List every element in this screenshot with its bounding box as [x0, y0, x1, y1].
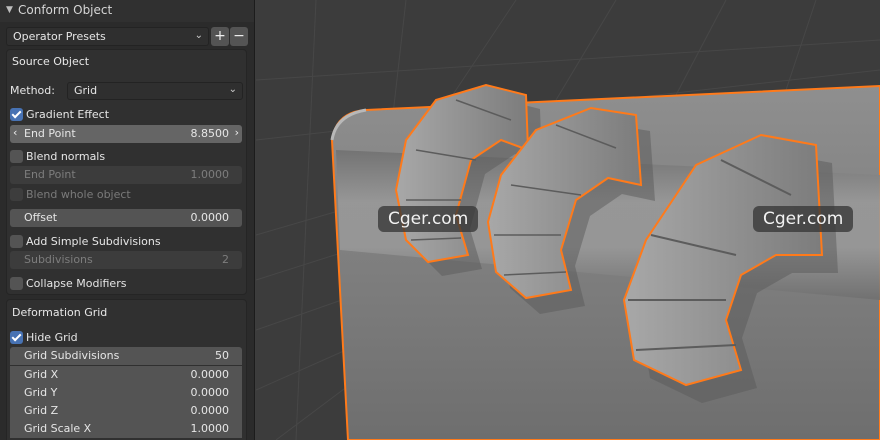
method-label: Method: — [10, 84, 55, 97]
end-point-label: End Point — [24, 127, 76, 140]
panel-header[interactable]: ▼ Conform Object — [0, 0, 254, 22]
grid-x-value: 0.0000 — [190, 368, 230, 381]
source-object-title: Source Object — [12, 55, 90, 68]
grid-z-value: 0.0000 — [190, 404, 230, 417]
grid-subdivisions-label: Grid Subdivisions — [24, 349, 120, 362]
add-simple-subdivisions-label: Add Simple Subdivisions — [26, 235, 161, 248]
gradient-effect-checkbox[interactable] — [10, 108, 23, 121]
collapse-triangle-icon[interactable]: ▼ — [6, 5, 13, 15]
offset-label: Offset — [24, 211, 58, 224]
subdivisions-field[interactable]: Subdivisions 2 — [10, 251, 242, 269]
operator-presets-dropdown[interactable]: Operator Presets ⌄ — [6, 27, 209, 46]
grid-z-field[interactable]: Grid Z 0.0000 — [10, 402, 242, 420]
deformation-grid-title: Deformation Grid — [12, 306, 108, 319]
collapse-modifiers-label: Collapse Modifiers — [26, 277, 127, 290]
chevron-left-icon[interactable]: ‹ — [13, 126, 17, 139]
add-preset-button[interactable]: + — [211, 27, 229, 46]
grid-x-label: Grid X — [24, 368, 59, 381]
collapse-modifiers-row[interactable]: Collapse Modifiers — [10, 275, 242, 293]
blend-whole-object-checkbox[interactable] — [10, 188, 23, 201]
hide-grid-label: Hide Grid — [26, 331, 78, 344]
subdivisions-value: 2 — [222, 253, 229, 266]
grid-scale-x-label: Grid Scale X — [24, 422, 92, 435]
collapse-modifiers-checkbox[interactable] — [10, 277, 23, 290]
offset-value: 0.0000 — [190, 211, 230, 224]
watermark-right: Cger.com — [753, 206, 854, 232]
end-point-value: 8.8500 — [190, 127, 230, 140]
blend-normals-label: Blend normals — [26, 150, 106, 163]
grid-scale-x-value: 1.0000 — [190, 422, 230, 435]
blend-normals-checkbox[interactable] — [10, 150, 23, 163]
grid-subdivisions-field[interactable]: Grid Subdivisions 50 — [10, 347, 242, 365]
blend-whole-object-label: Blend whole object — [26, 188, 131, 201]
hide-grid-row[interactable]: Hide Grid — [10, 329, 242, 347]
grid-subdivisions-value: 50 — [215, 349, 229, 362]
end-point-disabled-value: 1.0000 — [190, 168, 230, 181]
grid-y-label: Grid Y — [24, 386, 58, 399]
end-point-disabled-field[interactable]: End Point 1.0000 — [10, 166, 242, 184]
method-value: Grid — [74, 84, 98, 97]
add-simple-subdivisions-row[interactable]: Add Simple Subdivisions — [10, 233, 242, 251]
gradient-effect-row[interactable]: Gradient Effect — [10, 106, 242, 124]
subdivisions-label: Subdivisions — [24, 253, 93, 266]
watermark-left: Cger.com — [378, 206, 479, 232]
chevron-down-icon: ⌄ — [194, 30, 203, 41]
method-select[interactable]: Grid ⌄ — [67, 82, 243, 100]
3d-viewport[interactable]: Cger.com Cger.com — [256, 0, 880, 440]
blend-whole-object-row[interactable]: Blend whole object — [10, 186, 242, 204]
chevron-right-icon[interactable]: › — [235, 126, 239, 139]
gradient-effect-label: Gradient Effect — [26, 108, 110, 121]
operator-presets-label: Operator Presets — [13, 30, 106, 43]
grid-x-field[interactable]: Grid X 0.0000 — [10, 366, 242, 384]
remove-preset-button[interactable]: − — [230, 27, 248, 46]
panel-title: Conform Object — [18, 3, 113, 17]
add-simple-subdivisions-checkbox[interactable] — [10, 235, 23, 248]
operator-panel: ▼ Conform Object Operator Presets ⌄ + − … — [0, 0, 255, 440]
chevron-down-icon: ⌄ — [228, 84, 237, 95]
end-point-field[interactable]: ‹ End Point 8.8500 › — [10, 125, 242, 143]
end-point-disabled-label: End Point — [24, 168, 76, 181]
grid-y-value: 0.0000 — [190, 386, 230, 399]
blend-normals-row[interactable]: Blend normals — [10, 148, 242, 166]
grid-z-label: Grid Z — [24, 404, 59, 417]
grid-scale-x-field[interactable]: Grid Scale X 1.0000 — [10, 420, 242, 438]
hide-grid-checkbox[interactable] — [10, 331, 23, 344]
grid-y-field[interactable]: Grid Y 0.0000 — [10, 384, 242, 402]
offset-field[interactable]: Offset 0.0000 — [10, 209, 242, 227]
